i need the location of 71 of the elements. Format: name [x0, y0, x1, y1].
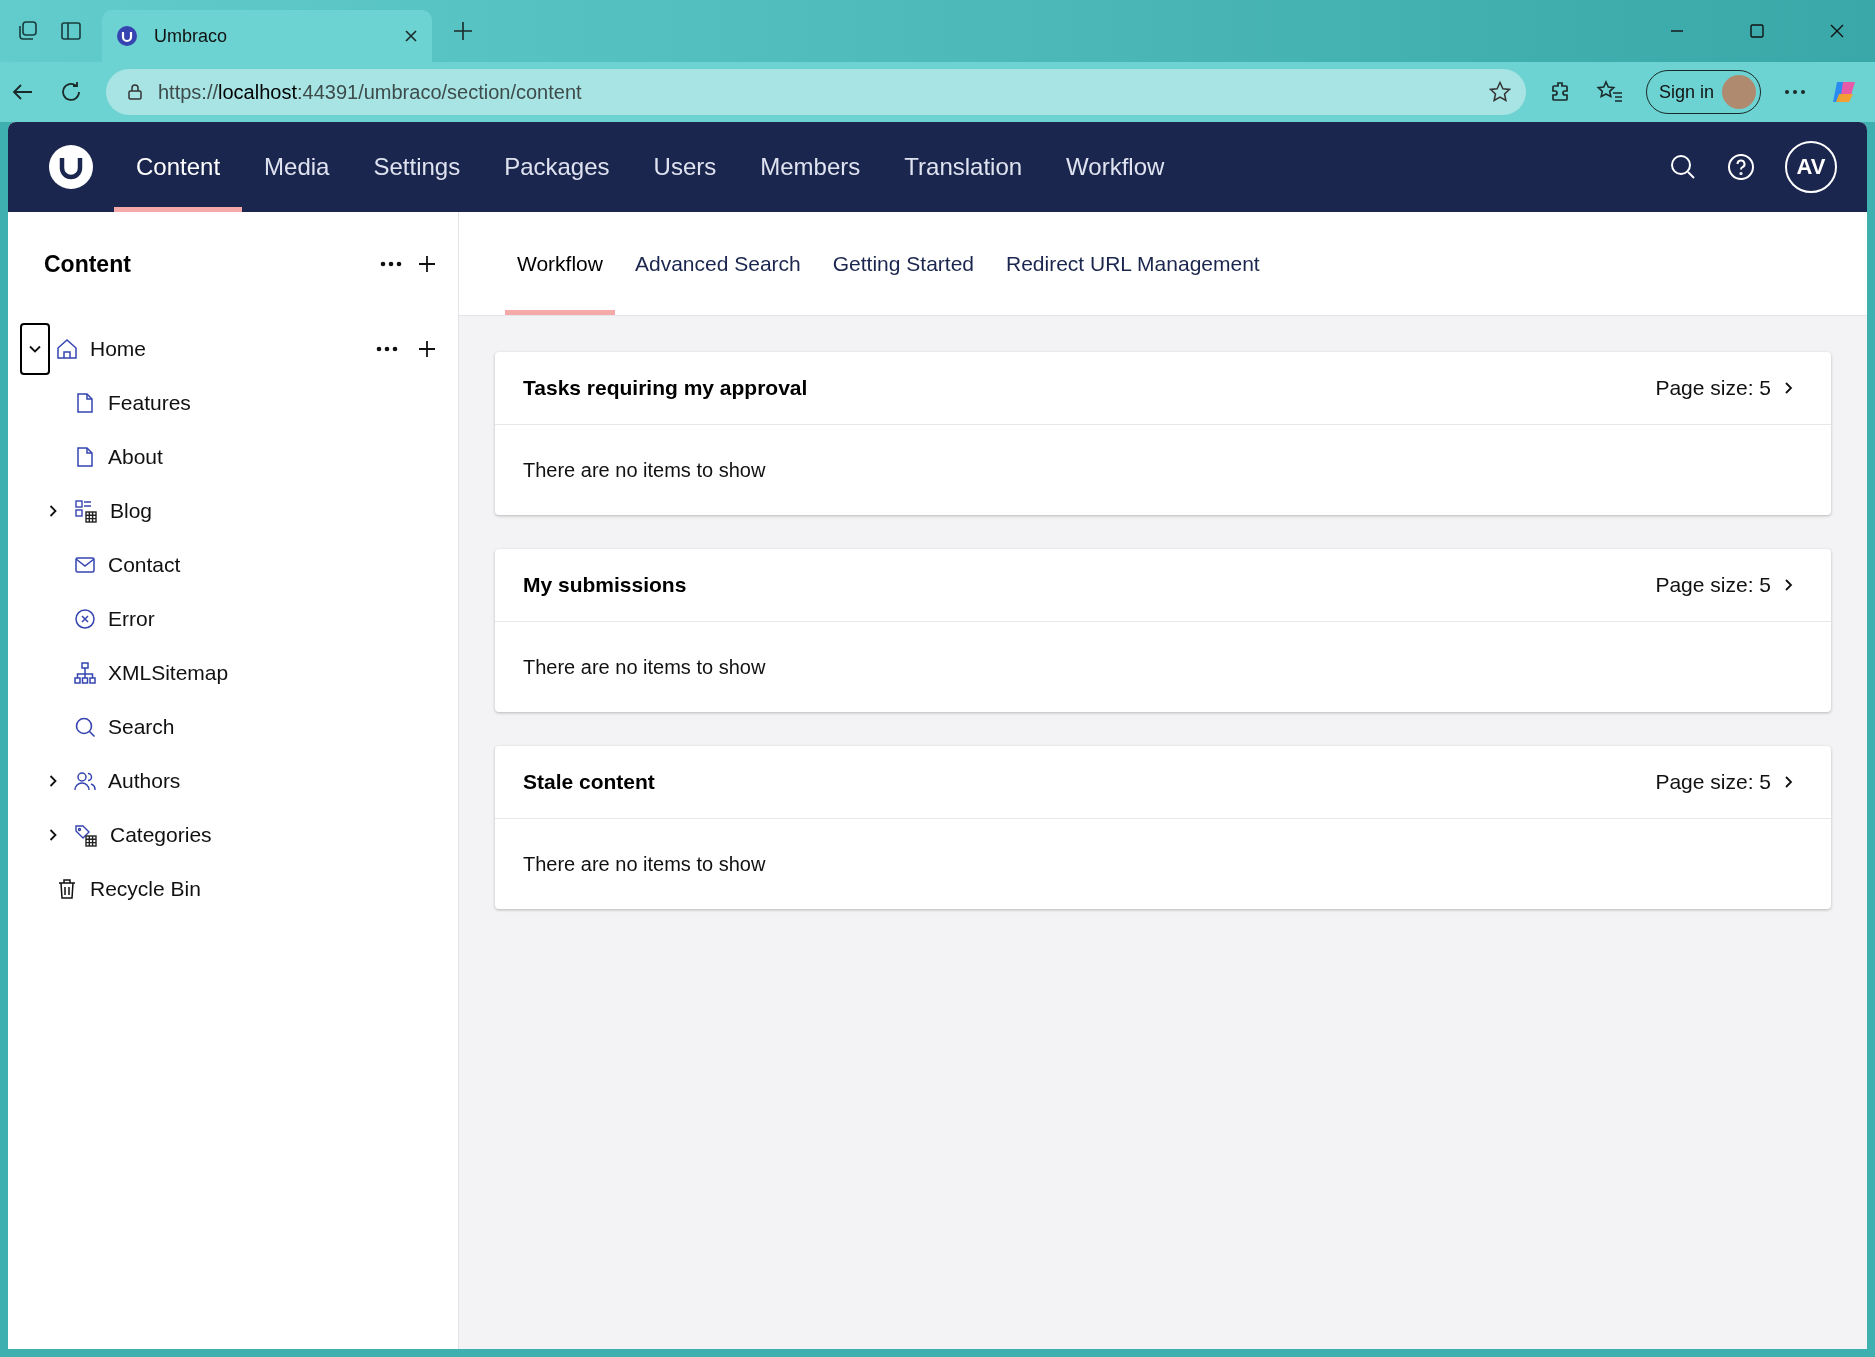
tab-actions-icon[interactable]	[60, 20, 82, 42]
new-tab-icon[interactable]	[452, 20, 474, 42]
favorites-icon[interactable]	[1595, 79, 1624, 105]
page-size-button[interactable]: Page size: 5	[1647, 372, 1803, 404]
plus-icon[interactable]	[418, 255, 436, 273]
page-size-button[interactable]: Page size: 5	[1647, 766, 1803, 798]
section-tab[interactable]: Workflow	[1044, 122, 1187, 212]
document-icon	[74, 446, 96, 468]
tab-title: Umbraco	[154, 25, 229, 47]
section-tab[interactable]: Settings	[351, 122, 483, 212]
tree-item[interactable]: Blog	[110, 499, 153, 523]
user-avatar[interactable]: AV	[1785, 141, 1837, 193]
envelope-icon	[74, 554, 96, 576]
more-icon[interactable]	[380, 261, 402, 267]
profile-avatar	[1722, 75, 1756, 109]
tree-item[interactable]: Authors	[108, 769, 181, 793]
close-icon[interactable]	[1829, 23, 1845, 39]
tree-item[interactable]: About	[108, 445, 163, 469]
dashboard-tab[interactable]: Redirect URL Management	[994, 212, 1272, 315]
search-icon	[74, 716, 96, 738]
section-tab[interactable]: Media	[242, 122, 352, 212]
document-icon	[74, 392, 96, 414]
maximize-icon[interactable]	[1749, 23, 1765, 39]
users-icon	[74, 770, 96, 792]
x-circle-icon	[74, 608, 96, 630]
tree-item[interactable]: Contact	[108, 553, 181, 577]
close-icon[interactable]	[404, 29, 418, 43]
card-title: My submissions	[523, 573, 687, 597]
tree-item[interactable]: Features	[108, 391, 191, 415]
tree-item[interactable]: Recycle Bin	[90, 877, 201, 901]
chevron-right-icon	[1783, 578, 1795, 592]
umbraco-logo-icon	[116, 25, 138, 47]
tree-item[interactable]: Home	[90, 337, 147, 361]
expand-button[interactable]	[20, 323, 50, 375]
trash-icon	[56, 878, 78, 900]
browser-tab[interactable]: Umbraco	[102, 10, 432, 62]
card-title: Tasks requiring my approval	[523, 376, 808, 400]
umbraco-logo-icon[interactable]	[48, 144, 94, 190]
url-text: https://localhost:44391/umbraco/section/content	[158, 80, 582, 104]
house-icon	[56, 338, 78, 360]
star-icon[interactable]	[1487, 80, 1512, 104]
section-tab[interactable]: Users	[631, 122, 739, 212]
page-size-button[interactable]: Page size: 5	[1647, 569, 1803, 601]
section-tab[interactable]: Members	[738, 122, 883, 212]
card-title: Stale content	[523, 770, 655, 794]
lock-icon	[126, 83, 144, 101]
plus-icon[interactable]	[418, 340, 436, 358]
dashboard-tab[interactable]: Getting Started	[820, 212, 986, 315]
section-tab[interactable]: Packages	[482, 122, 632, 212]
sitemap-icon	[74, 662, 96, 684]
sidebar-title: Content	[44, 250, 131, 278]
chevron-right-icon	[1783, 775, 1795, 789]
section-tab[interactable]: Translation	[882, 122, 1045, 212]
search-icon[interactable]	[1669, 153, 1697, 181]
dashboard-tab[interactable]: Workflow	[505, 212, 615, 315]
empty-message: There are no items to show	[523, 655, 766, 679]
list-grid-icon	[74, 499, 98, 523]
more-icon[interactable]	[376, 346, 398, 352]
help-icon[interactable]	[1727, 153, 1755, 181]
chevron-right-icon	[1783, 381, 1795, 395]
tree-item[interactable]: XMLSitemap	[108, 661, 229, 685]
tree-item[interactable]: Error	[108, 607, 155, 631]
address-bar[interactable]: https://localhost:44391/umbraco/section/content	[106, 69, 1526, 115]
empty-message: There are no items to show	[523, 852, 766, 876]
tag-grid-icon	[74, 823, 98, 847]
more-icon[interactable]	[1783, 88, 1807, 96]
empty-message: There are no items to show	[523, 458, 766, 482]
tree-item[interactable]: Search	[108, 715, 175, 739]
tree-item[interactable]: Categories	[110, 823, 212, 847]
dashboard-tab[interactable]: Advanced Search	[622, 212, 813, 315]
workspaces-icon[interactable]	[16, 19, 40, 43]
